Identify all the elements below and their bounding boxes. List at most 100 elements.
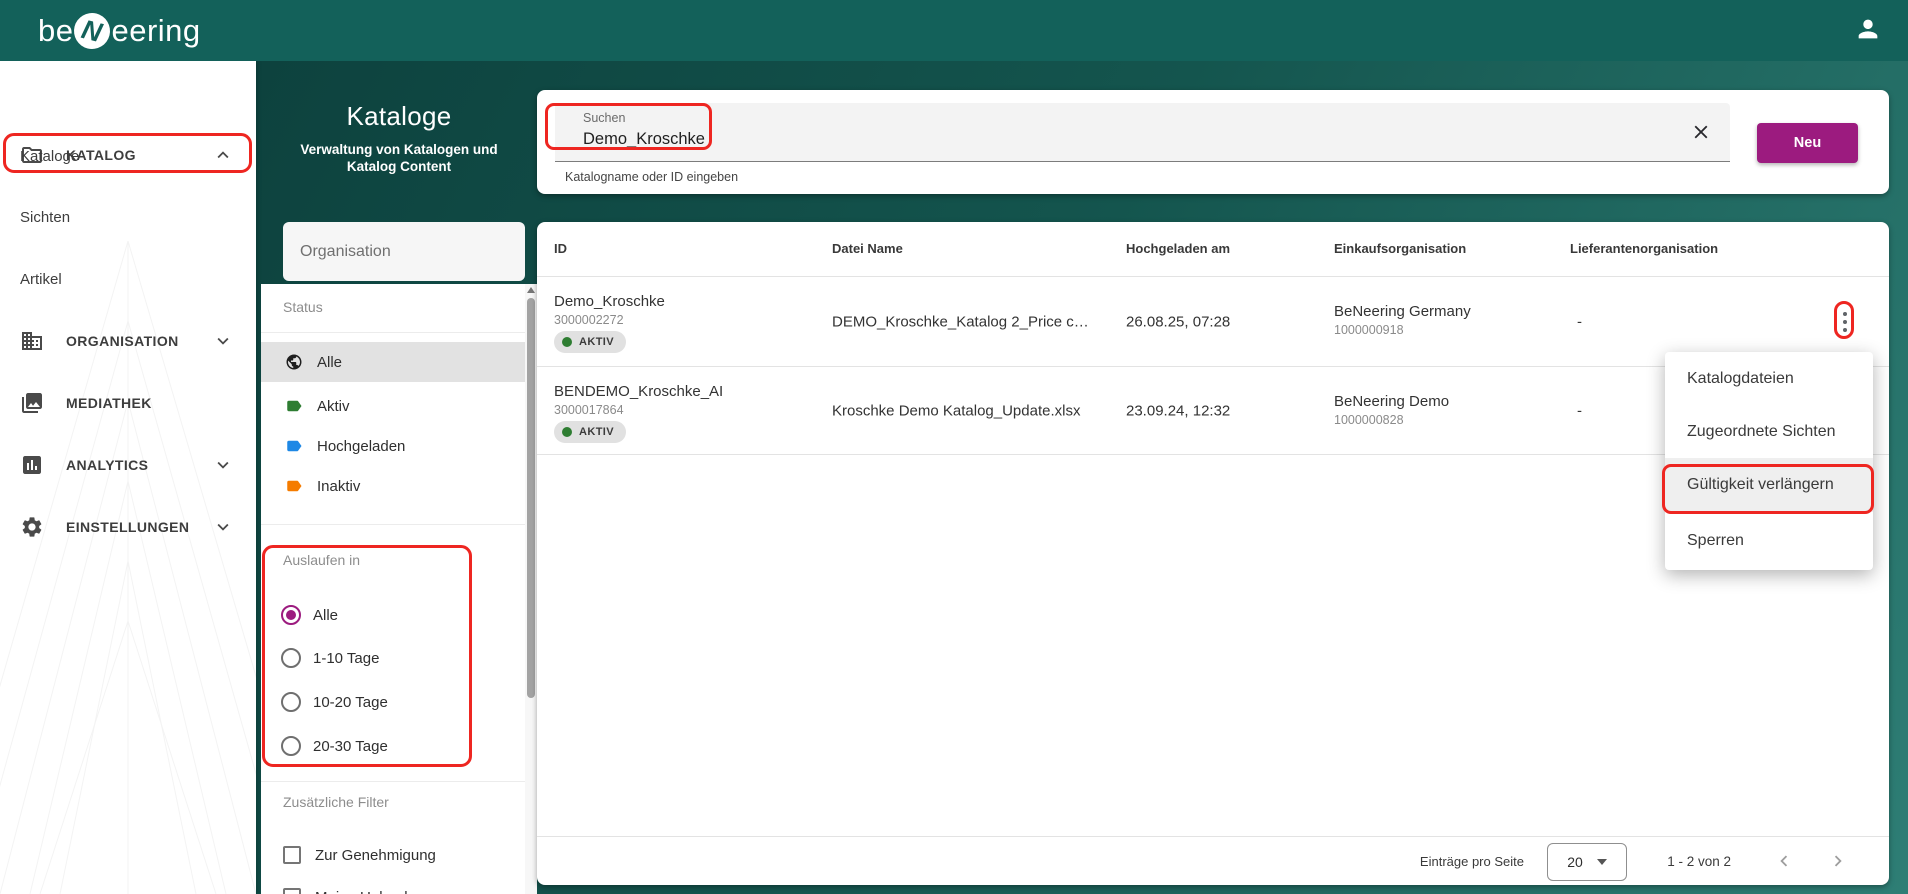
sidebar-group-einstellungen[interactable]: EINSTELLUNGEN [0, 505, 256, 549]
sidebar-group-organisation[interactable]: ORGANISATION [0, 319, 256, 363]
logo-text-prefix: be [38, 13, 73, 49]
page-header: Kataloge Verwaltung von Katalogen und Ka… [274, 101, 524, 175]
uploaded-at: 26.08.25, 07:28 [1126, 313, 1230, 330]
column-header-purchase-org: Einkaufsorganisation [1334, 241, 1466, 256]
search-input[interactable]: Suchen Demo_Kroschke [555, 103, 1730, 162]
file-name: DEMO_Kroschke_Katalog 2_Price c… [832, 313, 1089, 330]
row-actions-kebab-icon[interactable] [1836, 305, 1854, 339]
checkbox-icon[interactable] [283, 846, 301, 864]
expiry-option-20-30[interactable]: 20-30 Tage [261, 729, 481, 763]
checkbox-label: Meine Uploads [315, 889, 415, 894]
scroll-up-arrow-icon[interactable] [527, 287, 535, 293]
radio-icon[interactable] [281, 648, 301, 668]
chevron-down-icon [212, 516, 234, 538]
organisation-select[interactable]: Organisation [283, 222, 525, 281]
scrollbar-thumb[interactable] [527, 298, 535, 698]
clear-search-icon[interactable] [1690, 121, 1712, 143]
building-icon [20, 329, 44, 353]
search-card: Suchen Demo_Kroschke Katalogname oder ID… [537, 90, 1889, 194]
tag-icon [285, 477, 303, 495]
page-range-text: 1 - 2 von 2 [1667, 854, 1731, 869]
menu-item-katalogdateien[interactable]: Katalogdateien [1665, 352, 1873, 405]
table-header-row: ID Datei Name Hochgeladen am Einkaufsorg… [537, 222, 1889, 277]
per-page-select[interactable]: 20 [1547, 843, 1627, 881]
purchase-org-id: 1000000918 [1334, 323, 1471, 337]
divider [261, 524, 525, 525]
expiry-option-1-10[interactable]: 1-10 Tage [261, 641, 481, 675]
status-option-alle[interactable]: Alle [261, 342, 525, 382]
sidebar-item-sichten[interactable]: Sichten [0, 197, 256, 237]
tag-icon [285, 437, 303, 455]
logo-text-suffix: eering [111, 13, 200, 49]
chevron-down-icon [212, 330, 234, 352]
chevron-down-icon [212, 454, 234, 476]
green-dot-icon [562, 337, 572, 347]
status-option-label: Inaktiv [317, 478, 360, 495]
sidebar-item-artikel[interactable]: Artikel [0, 259, 256, 299]
checkbox-icon[interactable] [283, 888, 301, 894]
sidebar-item-kataloge[interactable]: Kataloge [0, 136, 256, 176]
globe-icon [285, 353, 303, 371]
status-option-hochgeladen[interactable]: Hochgeladen [261, 426, 525, 466]
purchase-org-cell: BeNeering Demo 1000000828 [1334, 393, 1449, 427]
radio-icon[interactable] [281, 736, 301, 756]
catalog-name: Demo_Kroschke [554, 293, 665, 310]
catalog-id: 3000017864 [554, 403, 624, 417]
status-option-inaktiv[interactable]: Inaktiv [261, 466, 525, 506]
sidebar-group-analytics[interactable]: ANALYTICS [0, 443, 256, 487]
menu-item-zugeordnete-sichten[interactable]: Zugeordnete Sichten [1665, 405, 1873, 458]
filter-scrollbar[interactable] [525, 284, 537, 894]
column-header-file: Datei Name [832, 241, 903, 256]
filter-zur-genehmigung[interactable]: Zur Genehmigung [261, 838, 501, 872]
beneering-logo: beNeering [38, 13, 201, 49]
expiry-option-alle[interactable]: Alle [261, 598, 481, 632]
search-input-value: Demo_Kroschke [583, 130, 705, 149]
sidebar-group-mediathek[interactable]: MEDIATHEK [0, 381, 256, 425]
search-helper-text: Katalogname oder ID eingeben [565, 170, 738, 184]
radio-label: 1-10 Tage [313, 650, 379, 667]
page-subtitle: Verwaltung von Katalogen und Katalog Con… [274, 141, 524, 175]
logo-n-icon: N [71, 9, 115, 53]
per-page-label: Einträge pro Seite [1420, 854, 1524, 869]
app-root: beNeering KATALOG Kataloge Sichten Ar [0, 0, 1908, 894]
user-account-icon[interactable] [1854, 15, 1882, 43]
expiry-option-10-20[interactable]: 10-20 Tage [261, 685, 481, 719]
status-option-label: Hochgeladen [317, 438, 405, 455]
expiry-filter-label: Auslaufen in [283, 552, 360, 568]
radio-selected-icon[interactable] [281, 605, 301, 625]
status-filter-label: Status [283, 299, 323, 315]
bar-chart-icon [20, 453, 44, 477]
menu-item-gueltigkeit-verlaengern[interactable]: Gültigkeit verlängern [1665, 458, 1873, 512]
media-library-icon [20, 391, 44, 415]
column-header-id: ID [554, 241, 567, 256]
new-catalog-button[interactable]: Neu [1757, 123, 1858, 163]
sidebar-nav: KATALOG Kataloge Sichten Artikel ORGANIS… [0, 61, 256, 894]
radio-label: 20-30 Tage [313, 738, 388, 755]
menu-item-sperren[interactable]: Sperren [1665, 512, 1873, 570]
uploaded-at: 23.09.24, 12:32 [1126, 402, 1230, 419]
filter-panel: Status Alle Aktiv Hochgeladen Inaktiv Au… [261, 284, 525, 894]
additional-filter-label: Zusätzliche Filter [283, 794, 389, 810]
sidebar-group-label: ORGANISATION [66, 333, 179, 349]
column-header-supplier-org: Lieferantenorganisation [1570, 241, 1718, 256]
status-badge: AKTIV [554, 331, 626, 353]
search-input-label: Suchen [583, 111, 625, 125]
gear-icon [20, 515, 44, 539]
supplier-org-cell: - [1577, 313, 1582, 330]
status-badge: AKTIV [554, 421, 626, 443]
filter-meine-uploads[interactable]: Meine Uploads [261, 880, 501, 894]
supplier-org-cell: - [1577, 402, 1582, 419]
row-actions-context-menu: Katalogdateien Zugeordnete Sichten Gülti… [1665, 352, 1873, 570]
radio-icon[interactable] [281, 692, 301, 712]
file-name: Kroschke Demo Katalog_Update.xlsx [832, 402, 1080, 419]
main-content: Kataloge Verwaltung von Katalogen und Ka… [256, 61, 1908, 894]
page-title: Kataloge [274, 101, 524, 132]
status-option-aktiv[interactable]: Aktiv [261, 386, 525, 426]
next-page-icon[interactable] [1827, 850, 1849, 872]
status-option-label: Alle [317, 354, 342, 371]
purchase-org-id: 1000000828 [1334, 413, 1449, 427]
previous-page-icon[interactable] [1773, 850, 1795, 872]
catalog-name: BENDEMO_Kroschke_AI [554, 383, 723, 400]
column-header-uploaded: Hochgeladen am [1126, 241, 1230, 256]
tag-icon [285, 397, 303, 415]
